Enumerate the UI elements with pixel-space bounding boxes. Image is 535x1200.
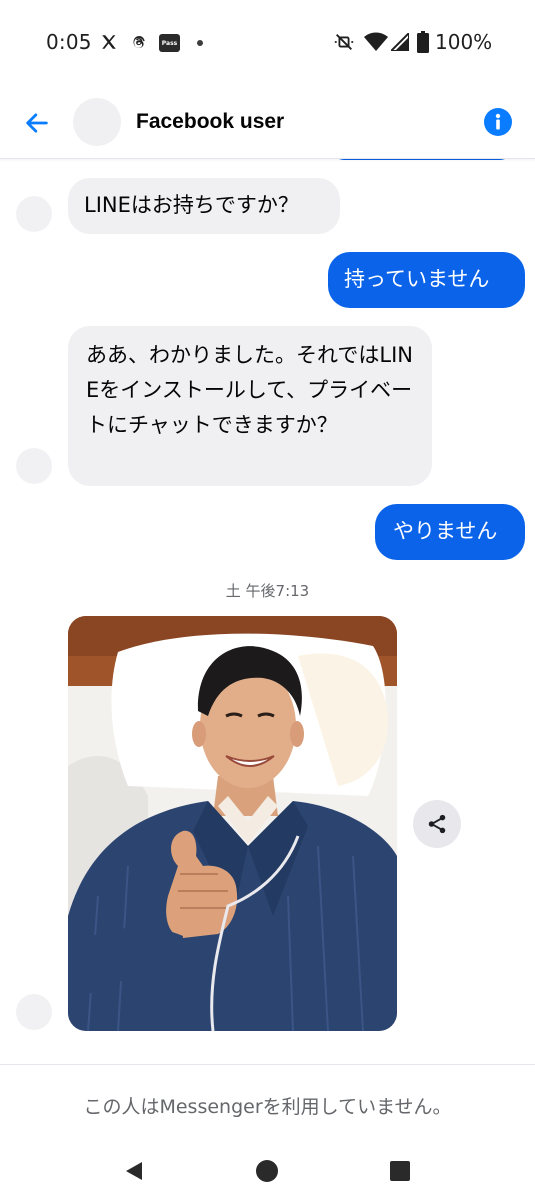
incoming-message[interactable]: LINEはお持ちですか？ — [68, 178, 340, 234]
back-triangle-icon — [126, 1162, 142, 1180]
sender-avatar[interactable] — [16, 448, 52, 484]
wifi-icon — [364, 31, 388, 53]
contact-name[interactable]: Facebook user — [136, 110, 284, 134]
outgoing-message[interactable]: やりません — [375, 504, 525, 560]
sender-avatar[interactable] — [16, 196, 52, 232]
battery-percentage: 100% — [435, 30, 493, 54]
unavailable-notice: この人はMessengerを利用していません。 — [83, 1096, 452, 1118]
notification-dot — [197, 40, 203, 46]
signal-icon — [390, 31, 410, 53]
status-bar: 0:05 Pass 100% — [0, 0, 535, 88]
system-nav-bar — [0, 1144, 535, 1200]
recents-square-icon — [390, 1161, 410, 1181]
message-thread[interactable]: LINEはお持ちですか？ 持っていません ああ、わかりました。それではLINEを… — [0, 158, 535, 1064]
sender-avatar[interactable] — [16, 994, 52, 1030]
info-icon — [495, 113, 501, 130]
outgoing-message[interactable]: 持っていません — [328, 252, 525, 308]
battery-icon — [416, 31, 430, 53]
info-button[interactable] — [484, 108, 512, 136]
contact-avatar[interactable] — [73, 98, 121, 146]
conversation-header: Facebook user — [0, 88, 535, 159]
x-icon — [99, 31, 119, 53]
pass-icon: Pass — [159, 34, 180, 52]
back-arrow-icon — [26, 113, 48, 133]
message-timestamp: 土 午後7:13 — [225, 582, 310, 600]
incoming-message[interactable]: ああ、わかりました。それではLINEをインストールして、プライベートにチャットで… — [68, 326, 432, 486]
threads-icon — [129, 31, 149, 53]
nav-back-button[interactable] — [119, 1156, 149, 1186]
mute-icon — [332, 31, 356, 53]
photo-image — [68, 616, 397, 1031]
share-icon — [428, 814, 446, 834]
status-time: 0:05 — [46, 30, 92, 54]
messenger-unavailable-footer: この人はMessengerを利用していません。 — [0, 1064, 535, 1145]
share-button[interactable] — [413, 800, 461, 848]
nav-recents-button[interactable] — [385, 1156, 415, 1186]
home-circle-icon — [256, 1160, 278, 1182]
photo-message[interactable] — [68, 616, 397, 1031]
nav-home-button[interactable] — [252, 1156, 282, 1186]
back-button[interactable] — [20, 106, 54, 140]
